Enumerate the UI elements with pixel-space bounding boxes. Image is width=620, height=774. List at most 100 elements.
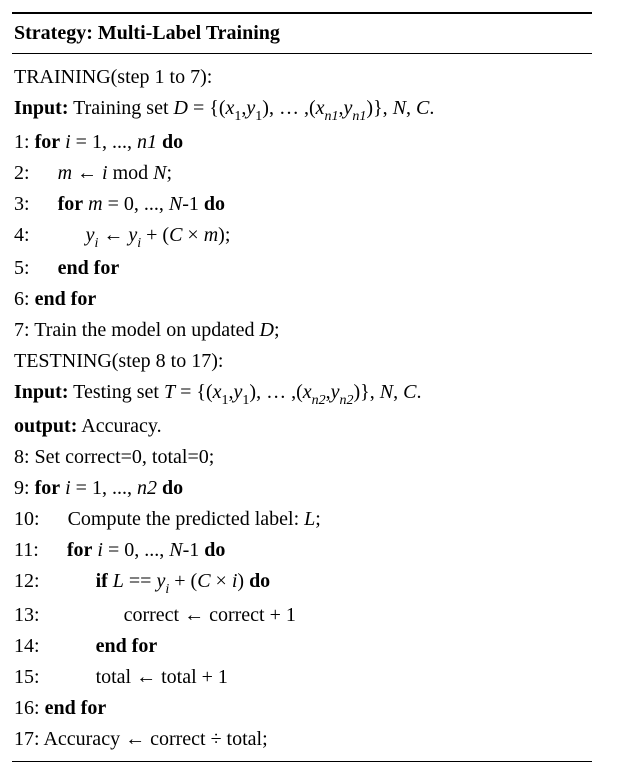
text: , … , [256, 381, 296, 403]
testing-input: Input: Testing set T = {(x1,y1), … ,(xn2… [14, 377, 590, 411]
var-C: C [197, 570, 210, 592]
var-m: m [58, 162, 72, 184]
kw-for: for [67, 539, 93, 561]
sub: 1 [242, 393, 249, 408]
var-N: N [169, 539, 182, 561]
var-N: N [153, 162, 166, 184]
text: ); [218, 224, 230, 246]
lineno: 1: [14, 131, 35, 153]
text: = 0, ..., [103, 193, 169, 215]
line-15: 15: total ← total + 1 [14, 662, 590, 693]
text: , … , [269, 97, 309, 119]
kw-for: for [35, 131, 61, 153]
text: ; [315, 508, 321, 530]
line-17: 17: Accuracy ← correct ÷ total; [14, 724, 590, 755]
line-10: 10:Compute the predicted label: L; [14, 504, 590, 535]
lineno: 16: [14, 697, 45, 719]
text: Testing set [68, 381, 163, 403]
training-input: Input: Training set D = {(x1,y1), … ,(xn… [14, 93, 590, 127]
lineno: 10: [14, 508, 40, 530]
text: mod [108, 162, 154, 184]
text: -1 [183, 539, 205, 561]
testing-header: TESTNING(step 8 to 17): [14, 346, 590, 377]
text: × [211, 570, 232, 592]
lineno: 3: [14, 193, 30, 215]
var-C: C [403, 381, 416, 403]
var-C: C [169, 224, 182, 246]
line-9: 9: for i = 1, ..., n2 do [14, 473, 590, 504]
var-N: N [169, 193, 182, 215]
kw-endfor: end for [58, 257, 120, 279]
line-16: 16: end for [14, 693, 590, 724]
kw-do: do [249, 570, 270, 592]
text: = 0, ..., [103, 539, 169, 561]
title-prefix: Strategy: [14, 22, 98, 44]
sub: 1 [234, 109, 241, 124]
lineno: 13: [14, 604, 40, 626]
text: total ← total + 1 [96, 666, 228, 688]
text: , [406, 97, 416, 119]
line-13: 13: correct ← correct + 1 [14, 600, 590, 631]
sub: i [137, 236, 141, 251]
text: ; [166, 162, 172, 184]
algorithm-title: Strategy: Multi-Label Training [12, 14, 592, 53]
kw-endfor: end for [96, 635, 158, 657]
text: = 1, ..., [71, 131, 137, 153]
text: Training set [68, 97, 173, 119]
text: correct ← correct + 1 [124, 604, 296, 626]
text: )}, [354, 381, 380, 403]
text: ) [262, 97, 269, 119]
line-2: 2:m ← i mod N; [14, 158, 590, 189]
var-L: L [113, 570, 124, 592]
lineno: 4: [14, 224, 30, 246]
var-y: y [246, 97, 255, 119]
algorithm-box: Strategy: Multi-Label Training TRAINING(… [12, 12, 592, 762]
sub: n1 [352, 109, 366, 124]
text: Accuracy. [77, 415, 161, 437]
var-m: m [204, 224, 218, 246]
sub: 1 [255, 109, 262, 124]
text: Compute the predicted label: [68, 508, 305, 530]
text: + ( [169, 570, 197, 592]
text: ) [237, 570, 249, 592]
line-5: 5:end for [14, 253, 590, 284]
line-3: 3:for m = 0, ..., N-1 do [14, 189, 590, 220]
line-12: 12:if L == yi + (C × i) do [14, 566, 590, 600]
sub: n1 [325, 109, 339, 124]
text: . [416, 381, 421, 403]
var-n2: n2 [137, 477, 157, 499]
line-11: 11:for i = 0, ..., N-1 do [14, 535, 590, 566]
kw-do: do [162, 131, 183, 153]
var-y: y [128, 224, 137, 246]
lineno: 2: [14, 162, 30, 184]
kw-for: for [58, 193, 84, 215]
output-label: output: [14, 415, 77, 437]
var-C: C [416, 97, 429, 119]
lineno: 14: [14, 635, 40, 657]
var-N: N [393, 97, 406, 119]
algorithm-body: TRAINING(step 1 to 7): Input: Training s… [12, 54, 592, 761]
text: , [393, 381, 403, 403]
text: = {( [188, 97, 226, 119]
kw-if: if [96, 570, 108, 592]
text: = 1, ..., [71, 477, 137, 499]
testing-output: output: Accuracy. [14, 411, 590, 442]
var-D: D [260, 319, 274, 341]
text: )}, [366, 97, 392, 119]
text: ← [72, 162, 102, 184]
text: 7: Train the model on updated [14, 319, 260, 341]
training-header: TRAINING(step 1 to 7): [14, 62, 590, 93]
lineno: 12: [14, 570, 40, 592]
var-x: x [213, 381, 222, 403]
line-4: 4:yi ← yi + (C × m); [14, 220, 590, 254]
sub: 1 [222, 393, 229, 408]
line-7: 7: Train the model on updated D; [14, 315, 590, 346]
text: . [429, 97, 434, 119]
kw-endfor: end for [35, 288, 97, 310]
var-x: x [303, 381, 312, 403]
var-y: y [331, 381, 340, 403]
kw-do: do [204, 539, 225, 561]
sub: n2 [312, 393, 326, 408]
lineno: 15: [14, 666, 40, 688]
sub: i [165, 582, 169, 597]
